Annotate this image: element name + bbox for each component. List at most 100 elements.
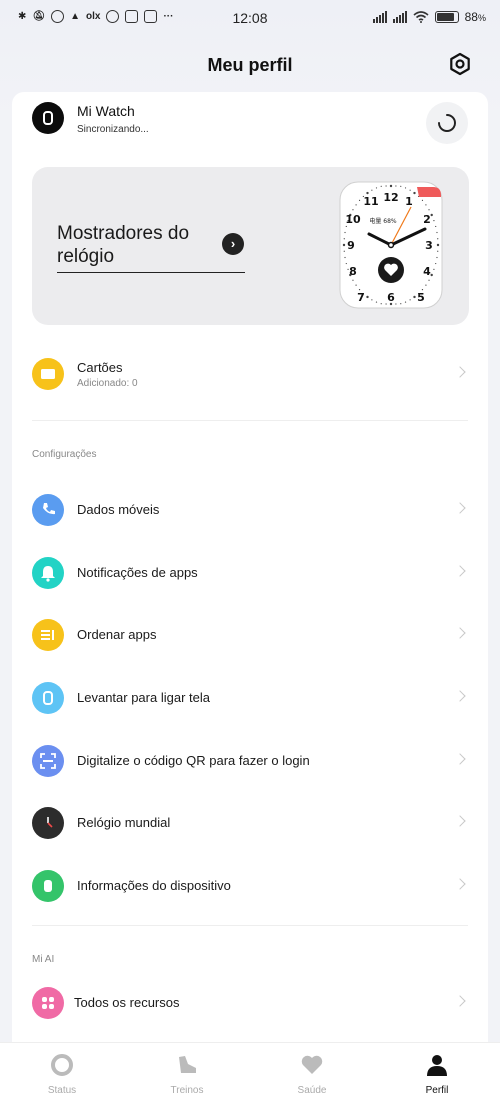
gear-icon	[450, 52, 470, 76]
section-label: Mi AI	[32, 954, 55, 965]
row-label: Levantar para ligar tela	[77, 690, 210, 705]
divider	[32, 925, 468, 926]
settings-row-device-info[interactable]: Informações do dispositivo	[32, 860, 468, 910]
chevron-right-icon	[454, 815, 466, 827]
header: Meu perfil	[0, 50, 500, 82]
cards-sub: Adicionado: 0	[77, 378, 138, 389]
chevron-right-icon	[454, 366, 466, 378]
settings-button[interactable]	[448, 52, 472, 76]
settings-row-qr-scan[interactable]: Digitalize o código QR para fazer o logi…	[32, 735, 468, 785]
watchfaces-title: Mostradores do relógio	[57, 222, 245, 273]
face-tick	[375, 301, 378, 303]
face-tick	[358, 288, 361, 291]
face-tick	[375, 187, 378, 189]
face-number: 7	[357, 291, 365, 304]
watch-raise-icon	[32, 682, 64, 714]
profile-card: Mi Watch Sincronizando... Mostradores do…	[12, 92, 488, 1052]
face-tick	[400, 303, 402, 305]
face-tick	[437, 250, 439, 252]
settings-row-watch-raise[interactable]: Levantar para ligar tela	[32, 672, 468, 722]
face-tick	[428, 279, 430, 281]
person-icon	[427, 1055, 447, 1076]
cards-label: Cartões	[77, 360, 123, 375]
watchfaces-banner[interactable]: Mostradores do relógio › 电量 68% 12 1 2 3 4 5 6…	[32, 167, 469, 325]
face-tick	[355, 204, 357, 206]
shoe-icon	[179, 1056, 196, 1073]
face-tick	[366, 191, 369, 195]
battery-icon	[434, 11, 459, 23]
face-tick	[436, 243, 440, 247]
nav-saude[interactable]: Saúde	[262, 1053, 362, 1096]
status-icons-right: 88%	[372, 10, 486, 24]
face-number: 6	[387, 291, 395, 304]
sort-icon	[32, 619, 64, 651]
face-tick	[425, 284, 427, 286]
cards-row[interactable]: Cartões Adicionado: 0	[32, 348, 468, 398]
heart-icon	[301, 1055, 323, 1074]
sync-button[interactable]	[426, 102, 468, 144]
face-tick	[366, 295, 369, 299]
face-tick	[413, 295, 416, 299]
face-tick	[421, 199, 424, 202]
face-tick	[428, 209, 430, 211]
watchface-preview: 电量 68% 12 12 3 4 5 6 78 9 1011	[339, 181, 443, 309]
face-tick	[380, 185, 382, 187]
face-tick	[345, 262, 347, 265]
grid-icon	[32, 987, 64, 1019]
battery-percent: 88%	[464, 10, 486, 24]
face-tick	[343, 250, 345, 252]
face-tick	[358, 199, 361, 202]
face-tick	[430, 273, 433, 277]
face-tick	[436, 231, 438, 234]
settings-row-grid[interactable]: Todos os recursos	[32, 977, 468, 1027]
face-tick	[435, 225, 437, 228]
face-tick	[433, 219, 435, 222]
face-tick	[437, 238, 439, 240]
divider	[32, 420, 468, 421]
nav-treinos[interactable]: Treinos	[137, 1053, 237, 1096]
face-number: 9	[347, 239, 355, 252]
phone-icon	[32, 494, 64, 526]
watch-icon	[32, 102, 64, 134]
face-tick	[345, 225, 347, 228]
face-tick	[371, 189, 373, 191]
arrow-right-icon[interactable]: ›	[222, 233, 244, 255]
face-tick	[380, 303, 382, 305]
signal-icon	[372, 11, 387, 23]
face-tick	[433, 268, 435, 271]
face-tick	[400, 185, 402, 187]
chevron-right-icon	[454, 878, 466, 890]
face-tick	[355, 284, 357, 286]
face-number: 4	[423, 265, 431, 278]
face-number: 12	[383, 191, 398, 204]
world-clock-icon	[32, 807, 64, 839]
chevron-right-icon	[454, 753, 466, 765]
page-title: Meu perfil	[207, 55, 293, 75]
settings-row-sort[interactable]: Ordenar apps	[32, 609, 468, 659]
bell-icon	[32, 557, 64, 589]
face-info-text: 电量 68%	[369, 217, 397, 225]
face-tick	[404, 301, 407, 303]
device-status: Sincronizando...	[77, 124, 149, 135]
row-label: Informações do dispositivo	[77, 878, 231, 893]
nav-label: Perfil	[425, 1085, 449, 1096]
nav-perfil[interactable]: Perfil	[387, 1053, 487, 1096]
status-bar: ✱ 🔕︎ ▲ olx ··· 12:08 88%	[0, 0, 500, 36]
nav-status[interactable]: Status	[12, 1053, 112, 1096]
section-label: Configurações	[32, 449, 97, 460]
chevron-right-icon	[454, 627, 466, 639]
face-number: 5	[417, 291, 425, 304]
face-tick	[352, 279, 354, 281]
settings-row-bell[interactable]: Notificações de apps	[32, 547, 468, 597]
face-number: 11	[363, 195, 378, 208]
device-row[interactable]: Mi Watch Sincronizando...	[32, 102, 468, 146]
face-tick	[352, 209, 354, 211]
nav-label: Status	[47, 1085, 77, 1096]
settings-row-phone[interactable]: Dados móveis	[32, 484, 468, 534]
chevron-right-icon	[454, 690, 466, 702]
device-name: Mi Watch	[77, 103, 135, 119]
face-tick	[425, 204, 427, 206]
settings-row-world-clock[interactable]: Relógio mundial	[32, 797, 468, 847]
face-number: 3	[425, 239, 433, 252]
face-tick	[344, 256, 346, 259]
